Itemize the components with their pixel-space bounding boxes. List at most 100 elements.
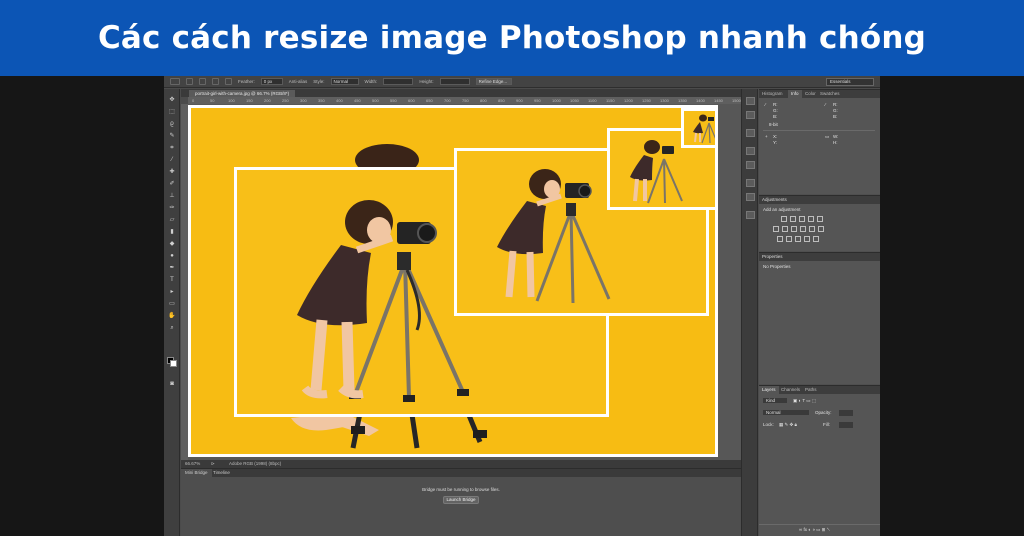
status-bar: 66.67% ⊳ Adobe RGB (1998) (8bpc) [181, 460, 741, 468]
brush-tool-icon[interactable]: ✐ [168, 181, 176, 188]
status-menu-icon[interactable]: ⊳ [211, 460, 215, 468]
path-select-tool-icon[interactable]: ▸ [168, 289, 176, 296]
tools-panel: ✥ ⬚ ϱ ✎ ⌗ ⁄ ✚ ✐ ⊥ ✑ ▱ ▮ ◆ ● ✒ T ▸ ▭ ✋ ⌕ … [164, 89, 180, 536]
paragraph-panel-icon[interactable] [746, 161, 755, 169]
ruler-mark: 1050 [570, 98, 579, 103]
color-balance-adj-icon[interactable] [782, 226, 788, 232]
info-divider [763, 130, 875, 131]
fill-label: Fill: [823, 422, 830, 427]
info-b-label: B: [773, 114, 778, 119]
canvas-area[interactable] [188, 104, 741, 460]
tool-presets-icon[interactable] [746, 129, 755, 137]
subtract-selection-icon[interactable] [212, 78, 219, 85]
layer-filter-icons[interactable]: ▣ ◐ T ▭ ⬚ [793, 398, 816, 404]
type-tool-icon[interactable]: T [168, 277, 176, 284]
healing-tool-icon[interactable]: ✚ [168, 169, 176, 176]
layers-footer-icons[interactable]: ∞ fx ◐ ◑ ▭ ⊞ ␡ [799, 527, 830, 533]
history-panel-icon[interactable] [746, 97, 755, 105]
tab-timeline[interactable]: Timeline [213, 469, 230, 477]
hand-tool-icon[interactable]: ✋ [168, 313, 176, 320]
ruler-mark: 1350 [678, 98, 687, 103]
brush-panel-icon[interactable] [746, 179, 755, 187]
eyedropper-tool-icon[interactable]: ⁄ [168, 157, 176, 164]
properties-header[interactable]: Properties [759, 253, 880, 261]
feather-input[interactable]: 0 px [260, 78, 283, 85]
quick-select-tool-icon[interactable]: ✎ [168, 133, 176, 140]
clone-stamp-tool-icon[interactable]: ⊥ [168, 193, 176, 200]
new-selection-icon[interactable] [186, 78, 193, 85]
crosshair-icon: + [765, 134, 768, 139]
tab-info[interactable]: Info [788, 90, 802, 98]
ruler-mark: 1400 [696, 98, 705, 103]
levels-adj-icon[interactable] [790, 216, 796, 222]
tab-channels[interactable]: Channels [781, 386, 800, 394]
crop-tool-icon[interactable]: ⌗ [168, 145, 176, 152]
color-lookup-adj-icon[interactable] [818, 226, 824, 232]
photo-filter-adj-icon[interactable] [800, 226, 806, 232]
marquee-tool-icon[interactable]: ⬚ [168, 109, 176, 116]
ruler-mark: 150 [246, 98, 253, 103]
info-g-label: G: [773, 108, 778, 113]
marquee-preset-icon[interactable] [170, 78, 180, 85]
photo-canvas[interactable] [188, 105, 718, 457]
blend-mode-select[interactable]: Normal [763, 410, 809, 415]
tab-color[interactable]: Color [805, 90, 816, 98]
invert-adj-icon[interactable] [777, 236, 783, 242]
tab-histogram[interactable]: Histogram [762, 90, 783, 98]
horizontal-ruler: 0 50 100 150 200 250 300 350 400 450 500 550 600 650 7… [188, 97, 741, 104]
layers-panel: Layers Channels Paths Kind ▣ ◐ T ▭ ⬚ Nor… [759, 385, 880, 536]
document-tab[interactable]: portrait-girl-with-camera.jpg @ 66.7% (R… [189, 90, 296, 97]
eraser-tool-icon[interactable]: ▱ [168, 217, 176, 224]
style-select[interactable]: Normal [330, 78, 359, 85]
character-panel-icon[interactable] [746, 147, 755, 155]
ruler-mark: 1200 [624, 98, 633, 103]
antialias-checkbox[interactable]: Anti-alias [289, 79, 308, 84]
hue-adj-icon[interactable] [773, 226, 779, 232]
posterize-adj-icon[interactable] [786, 236, 792, 242]
brightness-adj-icon[interactable] [781, 216, 787, 222]
blur-tool-icon[interactable]: ◆ [168, 241, 176, 248]
layers-footer-divider [759, 524, 880, 525]
background-color-swatch[interactable] [170, 360, 177, 367]
vibrance-adj-icon[interactable] [817, 216, 823, 222]
pen-tool-icon[interactable]: ✒ [168, 265, 176, 272]
adjustments-header[interactable]: Adjustments [759, 196, 880, 204]
gradient-map-adj-icon[interactable] [813, 236, 819, 242]
tab-paths[interactable]: Paths [805, 386, 817, 394]
width-input[interactable] [383, 78, 414, 85]
lock-icons[interactable]: ▦ ✎ ✥ 🔒︎ [779, 422, 797, 428]
launch-bridge-button[interactable]: Launch Bridge [443, 496, 479, 504]
add-selection-icon[interactable] [199, 78, 206, 85]
adjustments-panel: Adjustments Add an adjustment [759, 195, 880, 251]
threshold-adj-icon[interactable] [795, 236, 801, 242]
intersect-selection-icon[interactable] [225, 78, 232, 85]
exposure-adj-icon[interactable] [808, 216, 814, 222]
tab-layers[interactable]: Layers [759, 386, 779, 394]
layer-filter-kind[interactable]: Kind [763, 398, 787, 403]
dodge-tool-icon[interactable]: ● [168, 253, 176, 260]
quick-mask-icon[interactable]: ◙ [168, 381, 176, 388]
tab-swatches[interactable]: Swatches [820, 90, 840, 98]
opacity-input[interactable] [839, 410, 853, 416]
zoom-tool-icon[interactable]: ⌕ [168, 325, 176, 332]
navigator-panel-icon[interactable] [746, 211, 755, 219]
selective-color-adj-icon[interactable] [804, 236, 810, 242]
eyedropper-icon-2[interactable]: ⁄ [825, 102, 826, 107]
eyedropper-icon[interactable]: ⁄ [765, 102, 766, 107]
actions-panel-icon[interactable] [746, 111, 755, 119]
zoom-level[interactable]: 66.67% [185, 460, 200, 468]
tab-mini-bridge[interactable]: Mini Bridge [181, 469, 212, 477]
shape-tool-icon[interactable]: ▭ [168, 301, 176, 308]
fill-input[interactable] [839, 422, 853, 428]
workspace-select[interactable]: Essentials [826, 78, 874, 86]
black-white-adj-icon[interactable] [791, 226, 797, 232]
gradient-tool-icon[interactable]: ▮ [168, 229, 176, 236]
curves-adj-icon[interactable] [799, 216, 805, 222]
refine-edge-button[interactable]: Refine Edge... [475, 78, 512, 85]
lasso-tool-icon[interactable]: ϱ [168, 121, 176, 128]
channel-mixer-adj-icon[interactable] [809, 226, 815, 232]
move-tool-icon[interactable]: ✥ [168, 97, 176, 104]
clone-source-icon[interactable] [746, 193, 755, 201]
history-brush-tool-icon[interactable]: ✑ [168, 205, 176, 212]
height-input[interactable] [439, 78, 470, 85]
